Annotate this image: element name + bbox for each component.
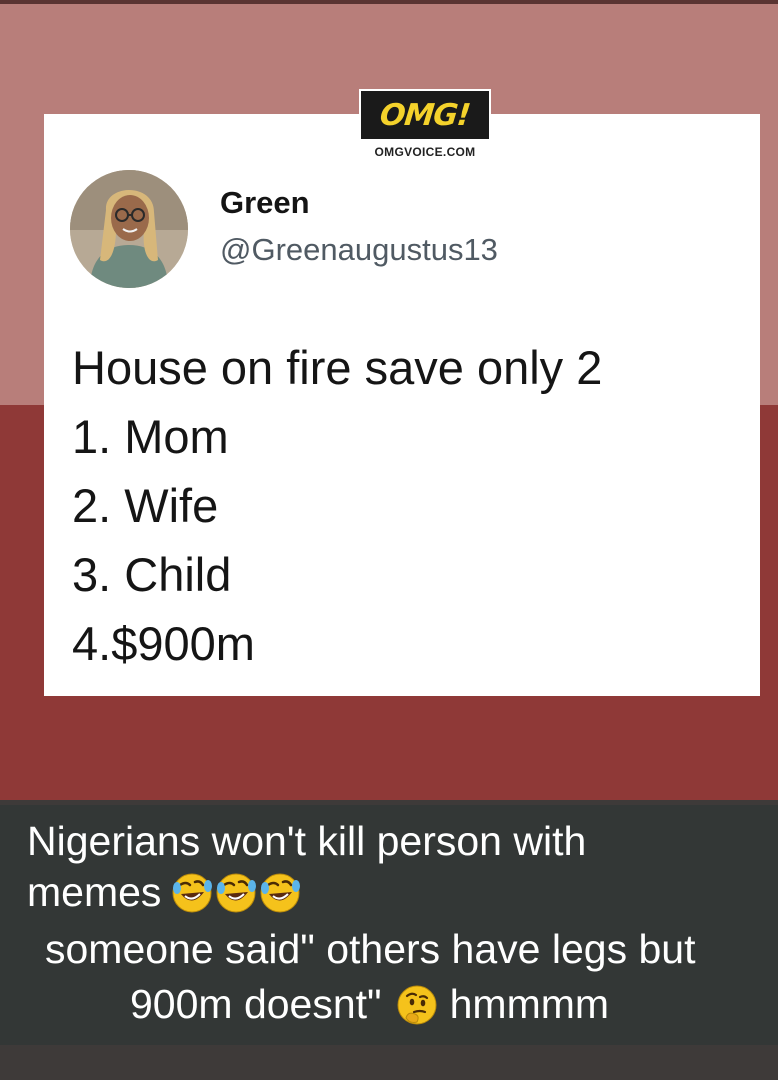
tweet-line-prompt: House on fire save only 2 (72, 341, 603, 394)
logo-text: OMG! (378, 97, 472, 133)
tweet-line-option-4: 4.$900m (72, 617, 255, 670)
omg-logo: OMG! OMGVOICE.COM (359, 89, 493, 159)
thinking-face-emoji (397, 985, 437, 1024)
rolling-on-floor-laughing-emoji (172, 873, 213, 912)
laughing-emoji-group (171, 872, 301, 914)
tweet-text: House on fire save only 2 1. Mom 2. Wife… (72, 333, 752, 678)
avatar (70, 170, 188, 288)
caption-text-4a: 900m doesnt" (130, 981, 382, 1027)
caption-line-4: 900m doesnt" hmmmm (130, 981, 609, 1028)
caption-text-3: someone said" others have legs but (45, 926, 696, 972)
tweet-line-option-1: 1. Mom (72, 410, 229, 463)
caption-text-4b: hmmmm (449, 981, 610, 1027)
logo-badge: OMG! (359, 89, 491, 141)
display-name: Green (220, 185, 310, 220)
caption-text-1: Nigerians won't kill person with (27, 818, 587, 864)
user-handle: @Greenaugustus13 (220, 232, 498, 267)
caption-line-2: memes (27, 869, 301, 916)
tweet-line-option-2: 2. Wife (72, 479, 219, 532)
top-border (0, 0, 778, 4)
logo-site: OMGVOICE.COM (374, 145, 476, 159)
caption-line-3: someone said" others have legs but (45, 926, 695, 973)
tweet-line-option-3: 3. Child (72, 548, 232, 601)
caption-line-1: Nigerians won't kill person with (27, 818, 586, 865)
rolling-on-floor-laughing-emoji (260, 873, 301, 912)
avatar-photo (70, 170, 188, 288)
rolling-on-floor-laughing-emoji (216, 873, 257, 912)
caption-text-2: memes (27, 869, 162, 915)
